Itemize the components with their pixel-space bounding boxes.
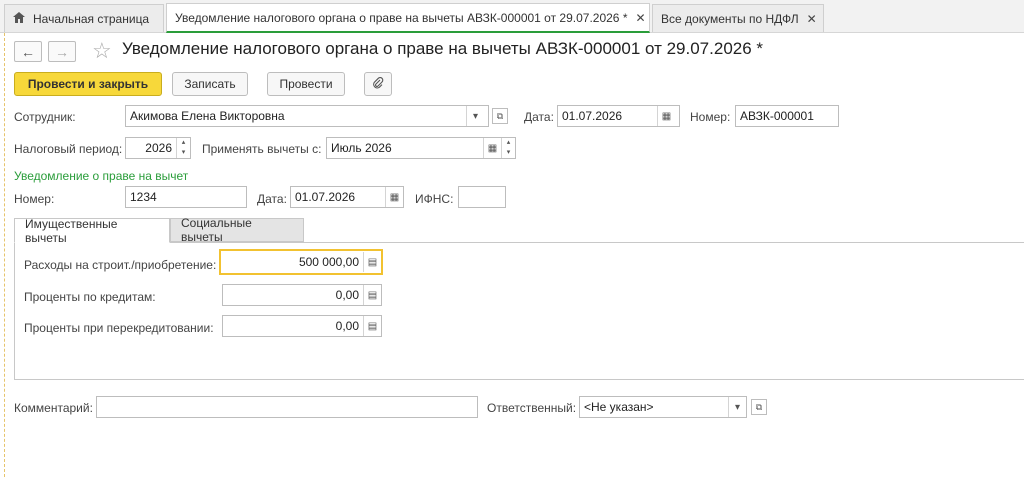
comment-field[interactable] bbox=[96, 396, 478, 418]
amount-value: 500 000,00 bbox=[298, 255, 359, 269]
tab-property-deductions[interactable]: Имущественные вычеты bbox=[14, 217, 170, 245]
star-icon[interactable]: ☆ bbox=[92, 38, 112, 64]
amount-field-loan-interest[interactable]: 0,00 ▤ bbox=[222, 284, 382, 306]
arrow-left-icon: ← bbox=[21, 43, 35, 60]
apply-from-field[interactable]: Июль 2026 ▦ ▴ ▾ bbox=[326, 137, 516, 159]
number-label: Номер: bbox=[690, 110, 731, 124]
ifns-label: ИФНС: bbox=[415, 192, 454, 206]
period-field[interactable]: 2026 ▴ ▾ bbox=[125, 137, 191, 159]
page-title: Уведомление налогового органа о праве на… bbox=[122, 39, 764, 58]
attach-button[interactable] bbox=[364, 72, 392, 96]
ifns-field[interactable] bbox=[458, 186, 506, 208]
tab-bar: Начальная страница Уведомление налоговог… bbox=[0, 0, 1024, 33]
spinner-icon[interactable]: ▴ ▾ bbox=[501, 138, 515, 158]
calculator-icon[interactable]: ▤ bbox=[363, 285, 381, 305]
save-button[interactable]: Записать bbox=[172, 72, 248, 96]
number-field[interactable]: АВЗК-000001 bbox=[735, 105, 839, 127]
responsible-label: Ответственный: bbox=[487, 401, 577, 415]
calendar-icon[interactable]: ▦ bbox=[483, 138, 501, 158]
number-value: АВЗК-000001 bbox=[740, 109, 814, 123]
tab-label: Уведомление налогового органа о праве на… bbox=[175, 10, 628, 25]
close-icon[interactable]: ✕ bbox=[635, 11, 645, 25]
tab-home[interactable]: Начальная страница bbox=[4, 4, 164, 32]
open-icon[interactable]: ⧉ bbox=[751, 399, 767, 415]
date-field[interactable]: 01.07.2026 ▦ bbox=[557, 105, 680, 127]
notice-date-field[interactable]: 01.07.2026 ▦ bbox=[290, 186, 404, 208]
apply-from-value: Июль 2026 bbox=[331, 141, 392, 155]
close-icon[interactable]: ✕ bbox=[807, 12, 817, 26]
open-icon[interactable]: ⧉ bbox=[492, 108, 508, 124]
row-label: Проценты при перекредитовании: bbox=[24, 321, 214, 335]
notice-date-label: Дата: bbox=[257, 192, 287, 206]
notice-number-field[interactable]: 1234 bbox=[125, 186, 247, 208]
responsible-field[interactable]: <Не указан> ▾ bbox=[579, 396, 747, 418]
comment-label: Комментарий: bbox=[14, 401, 93, 415]
dropdown-icon[interactable]: ▾ bbox=[728, 397, 746, 417]
period-label: Налоговый период: bbox=[14, 142, 123, 156]
calculator-icon[interactable]: ▤ bbox=[363, 316, 381, 336]
forward-button[interactable]: → bbox=[48, 41, 76, 62]
apply-from-label: Применять вычеты с: bbox=[202, 142, 322, 156]
date-label: Дата: bbox=[524, 110, 554, 124]
employee-value: Акимова Елена Викторовна bbox=[130, 109, 285, 123]
notice-number-label: Номер: bbox=[14, 192, 55, 206]
date-value: 01.07.2026 bbox=[562, 109, 623, 123]
left-rail bbox=[0, 33, 5, 477]
row-label: Проценты по кредитам: bbox=[24, 290, 156, 304]
employee-label: Сотрудник: bbox=[14, 110, 76, 124]
back-button[interactable]: ← bbox=[14, 41, 42, 62]
notice-number-value: 1234 bbox=[130, 190, 157, 204]
calendar-icon[interactable]: ▦ bbox=[657, 106, 675, 126]
tab-all-docs[interactable]: Все документы по НДФЛ ✕ bbox=[652, 4, 824, 32]
tab-label: Все документы по НДФЛ bbox=[661, 11, 799, 26]
post-button[interactable]: Провести bbox=[267, 72, 345, 96]
tab-label: Начальная страница bbox=[33, 11, 150, 26]
tab-social-deductions[interactable]: Социальные вычеты bbox=[170, 216, 304, 244]
responsible-value: <Не указан> bbox=[584, 400, 654, 414]
amount-field-construction[interactable]: 500 000,00 ▤ bbox=[219, 249, 383, 275]
calculator-icon[interactable]: ▤ bbox=[363, 252, 381, 272]
home-icon bbox=[13, 11, 25, 26]
calendar-icon[interactable]: ▦ bbox=[385, 187, 403, 207]
spinner-icon[interactable]: ▴ ▾ bbox=[176, 138, 190, 158]
period-value: 2026 bbox=[145, 141, 172, 155]
dropdown-icon[interactable]: ▾ bbox=[466, 106, 484, 126]
section-title: Уведомление о праве на вычет bbox=[14, 169, 189, 183]
post-and-close-button[interactable]: Провести и закрыть bbox=[14, 72, 162, 96]
row-label: Расходы на строит./приобретение: bbox=[24, 258, 217, 272]
paperclip-icon bbox=[372, 76, 384, 92]
arrow-right-icon: → bbox=[55, 43, 69, 60]
amount-value: 0,00 bbox=[335, 319, 359, 333]
amount-value: 0,00 bbox=[335, 288, 359, 302]
amount-field-refinance-interest[interactable]: 0,00 ▤ bbox=[222, 315, 382, 337]
tab-document[interactable]: Уведомление налогового органа о праве на… bbox=[166, 3, 650, 33]
notice-date-value: 01.07.2026 bbox=[295, 190, 356, 204]
employee-field[interactable]: Акимова Елена Викторовна ▾ bbox=[125, 105, 489, 127]
